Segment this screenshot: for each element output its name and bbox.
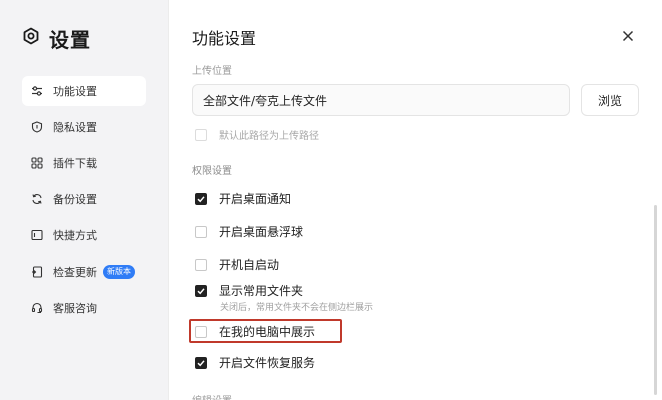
settings-gear-icon [22,27,40,49]
headset-icon [31,302,43,314]
app-title-text: 设置 [49,27,91,52]
shortcut-icon [31,229,43,241]
sidebar-item-label: 功能设置 [53,85,97,98]
upload-path-input[interactable]: 全部文件/夸克上传文件 [192,84,570,116]
default-path-checkbox[interactable] [195,128,207,141]
update-icon [31,266,43,278]
option-label: 开启桌面通知 [219,192,292,206]
app-title: 设置 [22,24,91,52]
sidebar: 设置 功能设置 隐私设置 插件下载 备份设置 快捷方式 检查更新 新版本 客服咨… [0,0,168,400]
common-folders-note: 关闭后，常用文件夹不会在侧边栏展示 [220,303,374,313]
option-label: 开启桌面悬浮球 [219,225,304,239]
browse-button[interactable]: 浏览 [581,84,639,116]
grid-icon [31,157,43,169]
option-show-in-my-computer[interactable]: 在我的电脑中展示 [195,323,315,340]
sidebar-item-function-settings[interactable]: 功能设置 [22,76,146,106]
sidebar-item-label: 隐私设置 [53,121,97,134]
upload-path-value: 全部文件/夸克上传文件 [203,93,328,108]
option-file-recovery[interactable]: 开启文件恢复服务 [195,354,315,371]
sidebar-item-plugin-download[interactable]: 插件下载 [22,148,146,178]
show-in-my-computer-checkbox[interactable] [195,325,207,338]
default-path-option[interactable]: 默认此路径为上传路径 [195,127,319,142]
floating-ball-checkbox[interactable] [195,225,207,238]
sidebar-item-check-update[interactable]: 检查更新 新版本 [22,257,146,287]
permissions-section-label: 权限设置 [192,166,232,177]
auto-start-checkbox[interactable] [195,258,207,271]
sidebar-item-label: 客服咨询 [53,302,97,315]
option-label: 在我的电脑中展示 [219,325,316,339]
desktop-notification-checkbox[interactable] [195,192,207,205]
sidebar-item-privacy-settings[interactable]: 隐私设置 [22,112,146,142]
sync-icon [31,193,43,205]
new-version-badge: 新版本 [103,265,135,279]
sidebar-item-label: 插件下载 [53,157,97,170]
scrollbar[interactable] [654,205,657,395]
sidebar-item-label: 检查更新 [53,266,97,279]
close-button[interactable] [621,28,635,42]
sidebar-item-label: 快捷方式 [53,229,97,242]
option-desktop-notification[interactable]: 开启桌面通知 [195,190,291,207]
sliders-icon [31,85,43,97]
option-label: 开机自启动 [219,258,280,272]
sidebar-item-label: 备份设置 [53,193,97,206]
sidebar-item-shortcuts[interactable]: 快捷方式 [22,220,146,250]
sidebar-item-customer-service[interactable]: 客服咨询 [22,293,146,323]
file-recovery-checkbox[interactable] [195,356,207,369]
upload-location-label: 上传位置 [192,66,232,77]
option-label: 显示常用文件夹 [219,284,304,298]
shield-icon [31,121,43,133]
option-label: 开启文件恢复服务 [219,356,316,370]
option-floating-ball[interactable]: 开启桌面悬浮球 [195,223,303,240]
next-section-label: 编辑设置 [192,392,232,400]
settings-panel: 功能设置 上传位置 全部文件/夸克上传文件 浏览 默认此路径为上传路径 权限设置… [168,0,662,400]
option-auto-start[interactable]: 开机自启动 [195,256,279,273]
sidebar-item-backup-settings[interactable]: 备份设置 [22,184,146,214]
common-folders-checkbox[interactable] [195,284,207,297]
panel-title: 功能设置 [192,29,257,48]
option-common-folders[interactable]: 显示常用文件夹 [195,282,303,299]
default-path-label: 默认此路径为上传路径 [219,131,319,142]
close-icon [621,28,635,47]
